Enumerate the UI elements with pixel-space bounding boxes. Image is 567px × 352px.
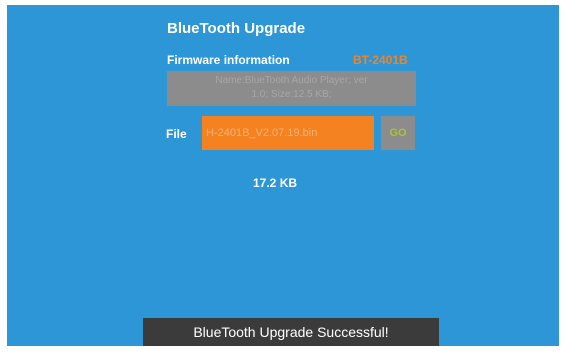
upgrade-screen: BlueTooth Upgrade Firmware information B… xyxy=(7,5,559,346)
firmware-info-line-1: Name:BlueTooth Audio Player; ver xyxy=(215,75,368,86)
firmware-model: BT-2401B xyxy=(353,53,408,67)
page-title: BlueTooth Upgrade xyxy=(167,20,306,37)
file-label: File xyxy=(166,127,187,141)
toast-message: BlueTooth Upgrade Successful! xyxy=(143,318,439,346)
file-size: 17.2 KB xyxy=(253,176,298,190)
go-button[interactable]: GO xyxy=(381,116,415,150)
firmware-info-label: Firmware information xyxy=(167,53,290,67)
file-select-field[interactable]: H-2401B_V2.07.19.bin xyxy=(202,116,374,150)
firmware-info-line-2: 1.0; Size:12.5 KB; xyxy=(251,89,332,100)
firmware-info-box: Name:BlueTooth Audio Player; ver 1.0; Si… xyxy=(167,71,416,106)
